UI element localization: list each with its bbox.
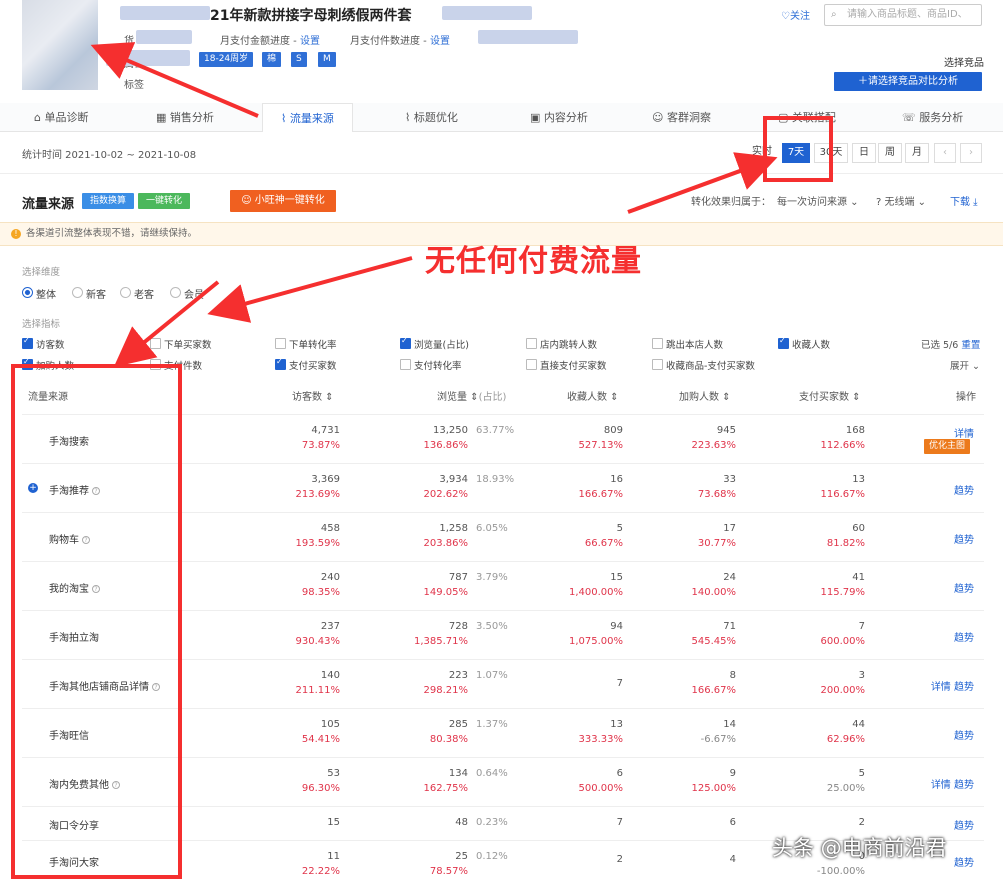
arrow-to-thumbnail bbox=[90, 42, 259, 118]
arrow-to-source bbox=[113, 280, 220, 368]
arrow-to-dimensions bbox=[207, 256, 413, 323]
annotation-arrows bbox=[90, 42, 778, 368]
watermark: 头条 @电商前沿君 bbox=[772, 836, 947, 860]
arrow-to-7d bbox=[627, 152, 778, 214]
